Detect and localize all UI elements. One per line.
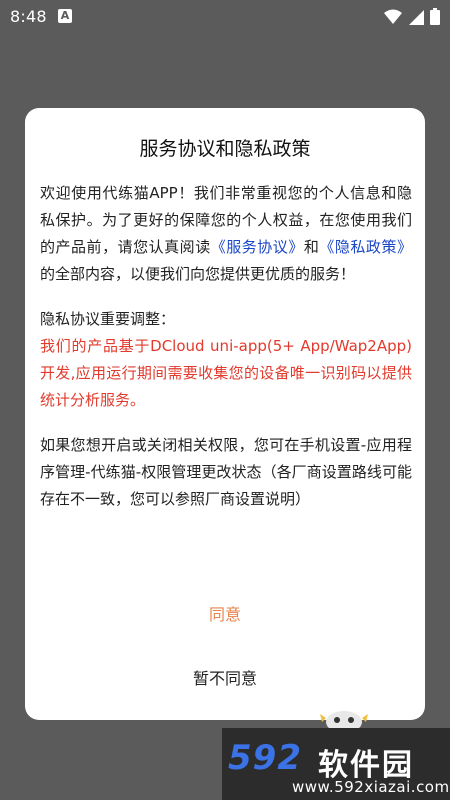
battery-icon [430, 8, 440, 25]
privacy-policy-link[interactable]: 《隐私政策》 [319, 238, 412, 256]
service-agreement-link[interactable]: 《服务协议》 [211, 238, 304, 256]
adjustment-heading: 隐私协议重要调整： [40, 310, 176, 328]
status-icons [384, 8, 440, 25]
privacy-adjustment-paragraph: 隐私协议重要调整： 我们的产品基于DCloud uni-app(5+ App/Wa… [40, 306, 412, 414]
accessibility-badge: A [58, 9, 72, 23]
status-bar: 8:48 A [0, 0, 450, 34]
dialog-title: 服务协议和隐私政策 [139, 138, 311, 160]
privacy-dialog: 服务协议和隐私政策 欢迎使用代练猫APP！我们非常重视您的个人信息和隐私保护。为… [25, 108, 425, 720]
intro-paragraph: 欢迎使用代练猫APP！我们非常重视您的个人信息和隐私保护。为了更好的保障您的个人… [40, 180, 412, 288]
intro-text-2: 的全部内容，以便我们向您提供更优质的服务！ [40, 265, 356, 283]
permission-paragraph: 如果您想开启或关闭相关权限，您可在手机设置-应用程序管理-代练猫-权限管理更改状… [40, 436, 412, 508]
dialog-body: 欢迎使用代练猫APP！我们非常重视您的个人信息和隐私保护。为了更好的保障您的个人… [40, 180, 412, 531]
disagree-button[interactable]: 暂不同意 [25, 664, 425, 694]
adjustment-notice: 我们的产品基于DCloud uni-app(5+ App/Wap2App)开发,… [40, 337, 412, 409]
watermark-logo: 592 [228, 738, 302, 778]
wifi-icon [384, 9, 402, 24]
intro-and: 和 [303, 238, 320, 256]
signal-icon [409, 9, 424, 25]
agree-button[interactable]: 同意 [25, 600, 425, 630]
status-time: 8:48 [10, 7, 47, 26]
watermark: 592 软件园 www.592xiazai.com [222, 728, 450, 800]
watermark-url: www.592xiazai.com [292, 778, 450, 796]
